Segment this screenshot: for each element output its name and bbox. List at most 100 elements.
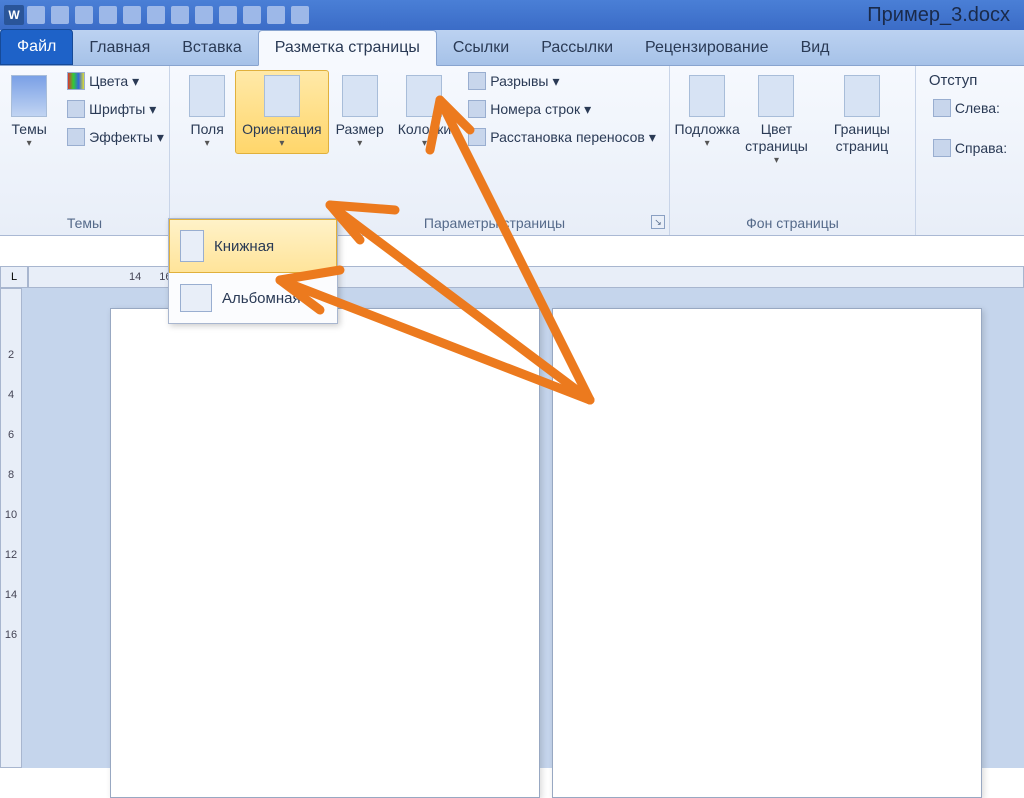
qat-icon-7[interactable] xyxy=(171,6,189,24)
qat-icon-11[interactable] xyxy=(267,6,285,24)
indent-heading: Отступ xyxy=(929,70,978,97)
columns-label: Колонки xyxy=(398,121,451,138)
tab-references[interactable]: Ссылки xyxy=(437,31,525,65)
vertical-ruler[interactable]: 2 4 6 8 10 12 14 16 xyxy=(0,288,22,768)
indent-right-icon xyxy=(933,139,951,157)
ruler-corner[interactable]: L xyxy=(0,266,28,288)
tab-review[interactable]: Рецензирование xyxy=(629,31,785,65)
tab-insert[interactable]: Вставка xyxy=(166,31,257,65)
group-page-background-label: Фон страницы xyxy=(670,215,915,231)
chevron-down-icon: ▾ xyxy=(27,138,32,149)
ruler-tick: 10 xyxy=(5,509,17,521)
breaks-button[interactable]: Разрывы ▾ xyxy=(464,70,660,92)
group-page-background: Подложка ▾ Цвет страницы ▾ Границы стран… xyxy=(670,66,916,235)
columns-button[interactable]: Колонки ▾ xyxy=(391,70,458,154)
qat-redo-icon[interactable] xyxy=(75,6,93,24)
size-label: Размер xyxy=(336,121,384,138)
margins-button[interactable]: Поля ▾ xyxy=(179,70,235,154)
qat-undo-icon[interactable] xyxy=(51,6,69,24)
watermark-label: Подложка xyxy=(675,121,740,138)
columns-icon xyxy=(406,75,442,117)
line-numbers-icon xyxy=(468,100,486,118)
indent-left-label: Слева: xyxy=(955,100,1000,116)
hyphenation-label: Расстановка переносов xyxy=(490,129,645,145)
qat-icon-12[interactable] xyxy=(291,6,309,24)
chevron-down-icon: ▾ xyxy=(205,138,210,149)
page-borders-label: Границы страниц xyxy=(824,121,900,155)
breaks-icon xyxy=(468,72,486,90)
ruler-tick: 8 xyxy=(8,469,14,481)
portrait-label: Книжная xyxy=(214,238,274,255)
page-borders-button[interactable]: Границы страниц xyxy=(817,70,907,160)
orientation-landscape-item[interactable]: Альбомная xyxy=(169,273,337,323)
hyphenation-button[interactable]: Расстановка переносов ▾ xyxy=(464,126,660,148)
tab-file[interactable]: Файл xyxy=(0,29,73,65)
ruler-tick: 6 xyxy=(8,429,14,441)
document-page-1[interactable] xyxy=(110,308,540,798)
line-numbers-label: Номера строк xyxy=(490,101,580,117)
orientation-label: Ориентация xyxy=(242,121,321,138)
group-page-setup: Поля ▾ Ориентация ▾ Размер ▾ Колонки ▾ xyxy=(170,66,670,235)
group-themes: Темы ▾ Цвета ▾ Шрифты ▾ Эффекты ▾ xyxy=(0,66,170,235)
tab-home[interactable]: Главная xyxy=(73,31,166,65)
indent-left-icon xyxy=(933,99,951,117)
landscape-icon xyxy=(180,284,212,312)
theme-fonts-button[interactable]: Шрифты ▾ xyxy=(63,98,168,120)
theme-effects-label: Эффекты xyxy=(89,129,153,145)
qat-icon-9[interactable] xyxy=(219,6,237,24)
breaks-label: Разрывы xyxy=(490,73,548,89)
tab-page-layout[interactable]: Разметка страницы xyxy=(258,30,437,66)
watermark-button[interactable]: Подложка ▾ xyxy=(678,70,736,154)
themes-icon xyxy=(11,75,47,117)
effects-icon xyxy=(67,128,85,146)
chevron-down-icon: ▾ xyxy=(157,129,164,146)
line-numbers-button[interactable]: Номера строк ▾ xyxy=(464,98,660,120)
chevron-down-icon: ▾ xyxy=(422,138,427,149)
tab-mailings[interactable]: Рассылки xyxy=(525,31,629,65)
orientation-button[interactable]: Ориентация ▾ xyxy=(235,70,328,154)
theme-effects-button[interactable]: Эффекты ▾ xyxy=(63,126,168,148)
indent-left-stepper[interactable]: Слева: xyxy=(929,97,1004,119)
titlebar: W Пример_3.docx xyxy=(0,0,1024,30)
document-page-2[interactable] xyxy=(552,308,982,798)
page-setup-dialog-launcher[interactable]: ↘ xyxy=(651,215,665,229)
page-color-label: Цвет страницы xyxy=(743,121,809,155)
indent-right-label: Справа: xyxy=(955,140,1007,156)
orientation-dropdown: Книжная Альбомная xyxy=(168,218,338,324)
document-title: Пример_3.docx xyxy=(312,4,1020,27)
ruler-tick: 2 xyxy=(8,349,14,361)
chevron-down-icon: ▾ xyxy=(132,73,139,90)
size-button[interactable]: Размер ▾ xyxy=(329,70,391,154)
themes-button[interactable]: Темы ▾ xyxy=(1,70,57,154)
size-icon xyxy=(342,75,378,117)
ruler-tick: 12 xyxy=(5,549,17,561)
tab-view[interactable]: Вид xyxy=(785,31,846,65)
chevron-down-icon: ▾ xyxy=(584,101,591,118)
qat-icon-10[interactable] xyxy=(243,6,261,24)
page-borders-icon xyxy=(844,75,880,117)
theme-colors-button[interactable]: Цвета ▾ xyxy=(63,70,168,92)
hyphenation-icon xyxy=(468,128,486,146)
document-workarea: L 14 16 18 20 22 24 2 4 6 8 10 12 14 16 xyxy=(0,266,1024,768)
qat-icon-6[interactable] xyxy=(147,6,165,24)
qat-icon-4[interactable] xyxy=(99,6,117,24)
indent-right-stepper[interactable]: Справа: xyxy=(929,137,1011,159)
page-color-button[interactable]: Цвет страницы ▾ xyxy=(736,70,816,171)
chevron-down-icon: ▾ xyxy=(705,138,710,149)
qat-icon-5[interactable] xyxy=(123,6,141,24)
themes-label: Темы xyxy=(12,121,47,138)
theme-fonts-label: Шрифты xyxy=(89,101,145,117)
qat-icon-8[interactable] xyxy=(195,6,213,24)
chevron-down-icon: ▾ xyxy=(279,138,284,149)
word-app-icon: W xyxy=(4,5,24,25)
orientation-icon xyxy=(264,75,300,117)
chevron-down-icon: ▾ xyxy=(552,73,559,90)
fonts-icon xyxy=(67,100,85,118)
ruler-tick: 16 xyxy=(5,629,17,641)
landscape-label: Альбомная xyxy=(222,290,301,307)
orientation-portrait-item[interactable]: Книжная xyxy=(169,219,337,273)
theme-colors-label: Цвета xyxy=(89,73,128,89)
ruler-tick: 4 xyxy=(8,389,14,401)
chevron-down-icon: ▾ xyxy=(649,129,656,146)
qat-save-icon[interactable] xyxy=(27,6,45,24)
